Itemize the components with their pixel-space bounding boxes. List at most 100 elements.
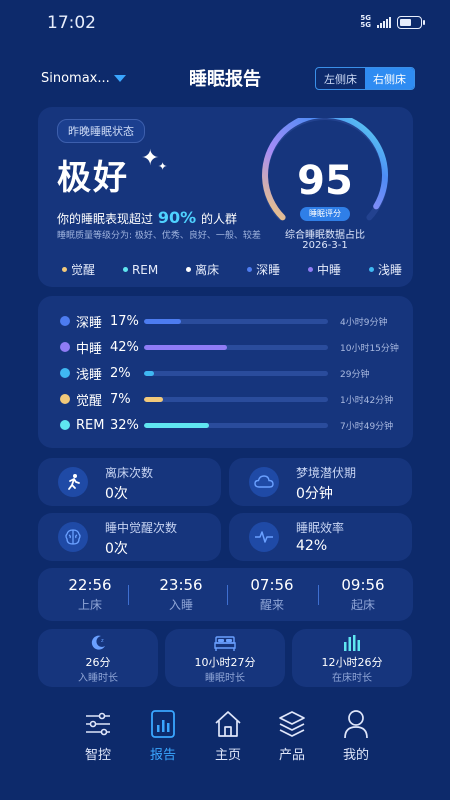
time-woke-up: 07:56 醒来: [250, 576, 294, 612]
legend-item: 中睡: [308, 261, 341, 278]
layers-icon: [260, 708, 324, 740]
quality-levels-note: 睡眠质量等级分为: 极好、优秀、良好、一般、较差: [57, 231, 261, 241]
sliders-icon: [66, 708, 130, 740]
duration-card-in-bed: 12小时26分 在床时长: [292, 629, 412, 687]
stage-duration: 1小时42分钟: [340, 395, 394, 406]
sleep-rating: 极好: [57, 158, 129, 198]
legend-label: 深睡: [256, 263, 281, 277]
legend-dot: [62, 267, 67, 272]
stage-dot: [60, 394, 70, 404]
percentile-value: 90%: [157, 208, 197, 227]
legend-item: 深睡: [247, 261, 280, 278]
nav-item-report[interactable]: 报告: [131, 708, 195, 763]
moon-icon: z: [38, 634, 158, 652]
legend-item: 浅睡: [368, 261, 402, 278]
report-date: 2026-3-1: [302, 240, 348, 251]
metric-card-awakenings: 睡中觉醒次数 0次: [38, 513, 221, 561]
stage-bar-fill: [144, 344, 228, 350]
legend-label: 浅睡: [377, 263, 402, 277]
legend-dot: [368, 267, 374, 272]
metric-value: 0次: [105, 541, 128, 557]
report-icon: [131, 708, 195, 740]
network-indicator: 5G 5G: [360, 14, 371, 29]
stage-dot: [60, 368, 70, 378]
time-in-bed: 22:56 上床: [68, 576, 112, 612]
nav-item-profile[interactable]: 我的: [324, 708, 388, 763]
stage-row: 浅睡 2% 29分钟: [60, 365, 400, 383]
stage-row: REM 32% 7小时49分钟: [60, 417, 400, 433]
stage-name: REM: [76, 417, 105, 433]
bar-chart-icon: [292, 634, 412, 652]
signal-icon: [377, 16, 391, 28]
sleep-times-card: 22:56 上床 23:56 入睡 07:56 醒来 09:56 起床: [38, 568, 413, 621]
metric-card-leave-bed: 离床次数 0次: [38, 458, 221, 506]
stage-percent: 17%: [110, 313, 139, 329]
stage-bar: [144, 396, 328, 402]
bottom-nav: 智控 报告 主页 产品 我的: [0, 700, 450, 770]
battery-icon: [397, 15, 425, 29]
metric-label: 睡中觉醒次数: [105, 521, 178, 535]
stage-row: 中睡 42% 10小时15分钟: [60, 339, 400, 357]
nav-item-products[interactable]: 产品: [260, 708, 324, 763]
stage-bar: [144, 344, 328, 350]
stage-legend: 觉醒 REM 离床 深睡 中睡 浅睡: [62, 261, 402, 278]
metric-card-efficiency: 睡眠效率 42%: [229, 513, 412, 561]
stage-name: 觉醒: [76, 393, 103, 409]
cloud-icon: [249, 467, 279, 497]
stage-bar-fill: [144, 422, 209, 428]
stage-dot: [60, 420, 70, 430]
divider: [227, 585, 228, 605]
sparkle-small-icon: ✦: [158, 160, 168, 173]
bed-side-toggle: 左侧床 右侧床: [315, 67, 415, 90]
right-side-button[interactable]: 右侧床: [365, 68, 414, 89]
legend-item: 离床: [186, 261, 219, 278]
legend-item: REM: [122, 261, 159, 278]
stage-bar: [144, 422, 328, 428]
stage-percent: 2%: [110, 365, 131, 381]
metric-label: 梦境潜伏期: [296, 466, 357, 480]
stage-name: 浅睡: [76, 367, 103, 383]
metric-value: 0次: [105, 486, 128, 502]
legend-label: 离床: [195, 263, 220, 277]
stage-name: 中睡: [76, 341, 103, 357]
metric-label: 离床次数: [105, 466, 154, 480]
stage-percent: 32%: [110, 417, 139, 433]
nav-item-smart-control[interactable]: 智控: [66, 708, 130, 763]
stage-bar-fill: [144, 396, 163, 402]
bed-icon: [165, 634, 285, 652]
stage-duration: 4小时9分钟: [340, 317, 388, 328]
pulse-icon: [249, 522, 279, 552]
status-time: 17:02: [47, 13, 96, 33]
stage-dot: [60, 342, 70, 352]
divider: [128, 585, 129, 605]
sparkle-icon: ✦: [141, 146, 160, 171]
score-badge: 睡眠评分: [300, 207, 350, 221]
time-fell-asleep: 23:56 入睡: [159, 576, 203, 612]
duration-card-sleep-latency: z 26分 入睡时长: [38, 629, 158, 687]
stage-bar-fill: [144, 370, 154, 376]
time-got-up: 09:56 起床: [341, 576, 385, 612]
metric-card-dream-latency: 梦境潜伏期 0分钟: [229, 458, 412, 506]
stage-row: 觉醒 7% 1小时42分钟: [60, 391, 400, 409]
left-side-button[interactable]: 左侧床: [316, 68, 365, 89]
stage-bar-fill: [144, 318, 182, 324]
duration-card-sleep: 10小时27分 睡眠时长: [165, 629, 285, 687]
svg-text:z: z: [101, 638, 104, 644]
stage-bar: [144, 318, 328, 324]
divider: [318, 585, 319, 605]
stage-duration: 7小时49分钟: [340, 421, 394, 432]
stage-row: 深睡 17% 4小时9分钟: [60, 313, 400, 331]
user-icon: [324, 708, 388, 740]
state-chip: 昨晚睡眠状态: [57, 119, 145, 143]
nav-item-home[interactable]: 主页: [196, 708, 260, 763]
home-icon: [196, 708, 260, 740]
legend-label: REM: [131, 262, 159, 277]
legend-item: 觉醒: [62, 261, 95, 278]
metric-label: 睡眠效率: [296, 521, 345, 535]
stage-duration: 29分钟: [340, 369, 370, 380]
stage-name: 深睡: [76, 315, 103, 331]
stage-percent: 42%: [110, 339, 139, 355]
legend-label: 中睡: [317, 263, 342, 277]
score-caption: 综合睡眠数据占比: [285, 230, 365, 241]
percentile-text: 你的睡眠表现超过 90% 的人群: [57, 208, 237, 227]
